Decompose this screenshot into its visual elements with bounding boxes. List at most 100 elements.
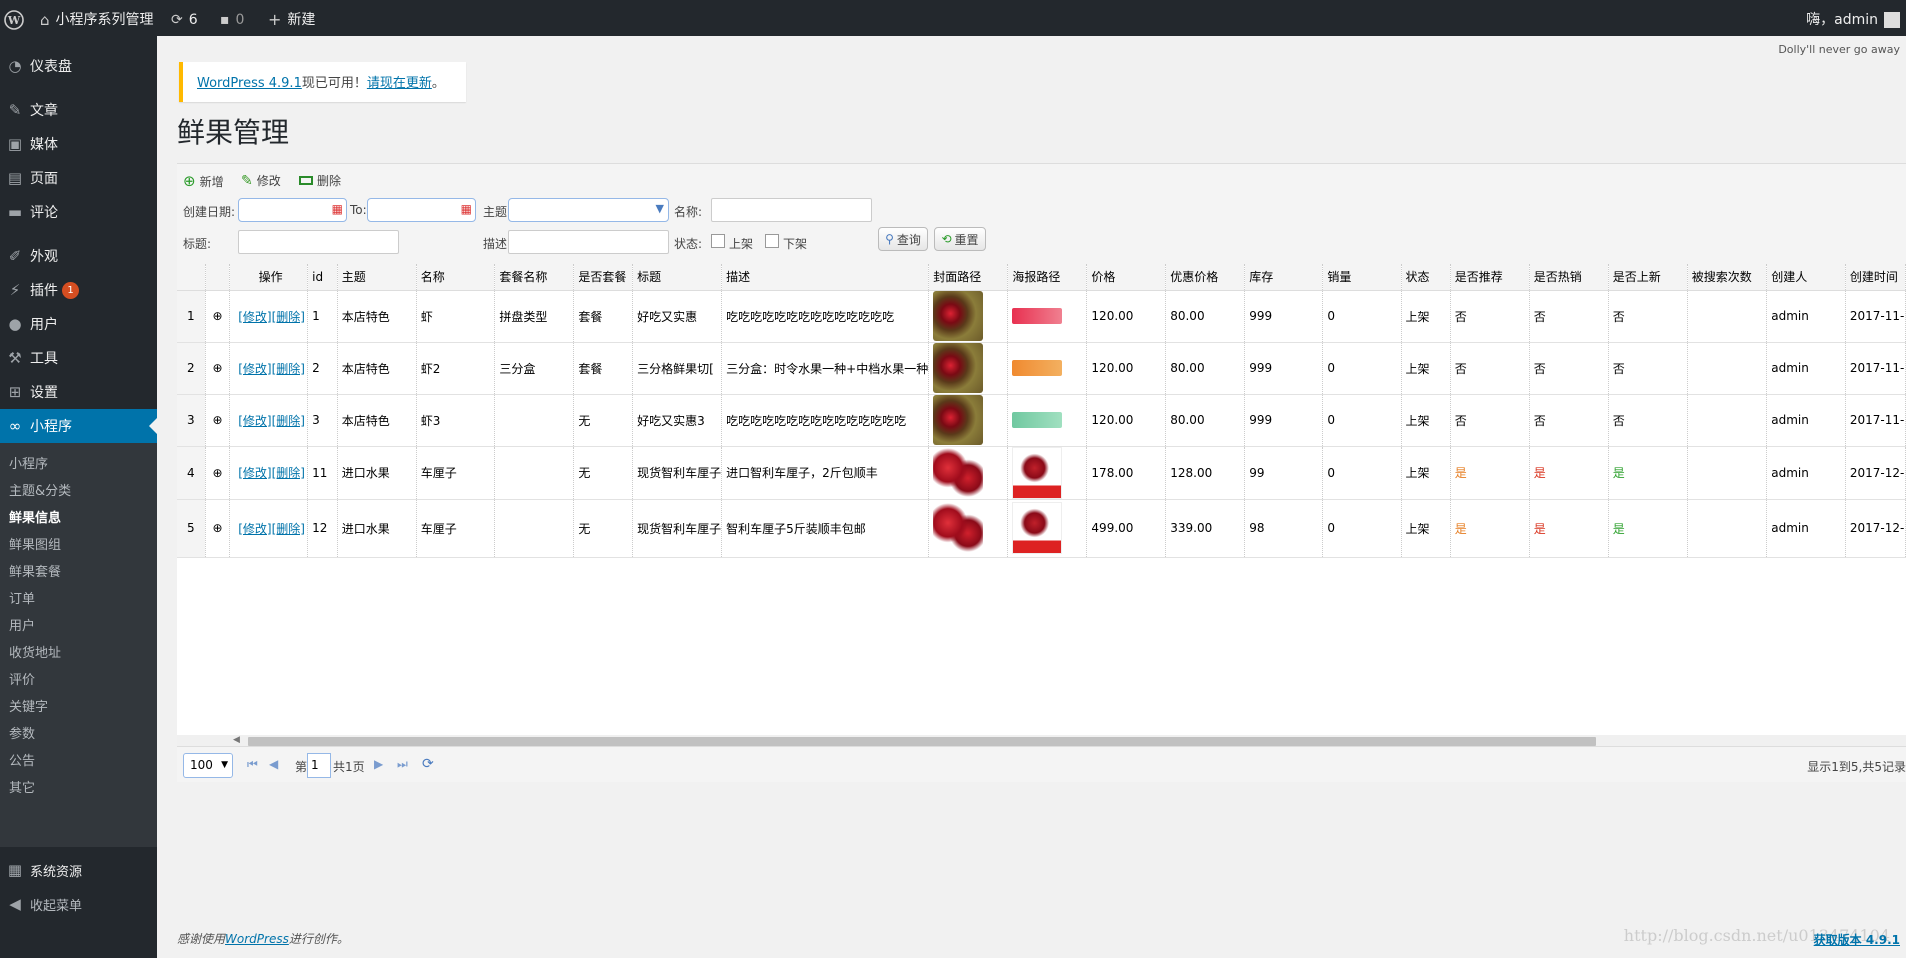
expand-icon[interactable]: ⊕ [212, 466, 222, 480]
submenu-item[interactable]: 用户 [9, 615, 35, 634]
menu-system-resources[interactable]: ▦ 系统资源 [0, 853, 157, 887]
on-shelf-checkbox[interactable] [711, 234, 725, 248]
expand-icon[interactable]: ⊕ [212, 521, 222, 535]
edit-button[interactable]: ✎ 修改 [241, 172, 281, 189]
menu-posts[interactable]: ✎ 文章 [0, 93, 157, 127]
submenu-item[interactable]: 关键字 [9, 696, 48, 715]
menu-settings[interactable]: ⊞ 设置 [0, 375, 157, 409]
table-row[interactable]: 1 ⊕ [修改][删除] 1 本店特色虾拼盘类型 套餐 好吃又实惠 吃吃吃吃吃吃吃吃吃吃吃吃吃… [177, 290, 1906, 343]
column-header[interactable]: 是否推荐 [1450, 264, 1530, 291]
search-button[interactable]: ⚲ 查询 [878, 227, 928, 251]
cell-searches [1687, 394, 1768, 447]
title-input[interactable] [238, 230, 399, 254]
submenu-item[interactable]: 公告 [9, 750, 35, 769]
menu-comments[interactable]: ▬ 评论 [0, 195, 157, 229]
column-header[interactable]: 操作 [229, 264, 309, 291]
edit-row-link[interactable]: [修改] [238, 414, 271, 428]
submenu-item-current[interactable]: 鲜果信息 [9, 507, 61, 526]
wordpress-version-link[interactable]: WordPress 4.9.1 [197, 76, 302, 91]
column-header[interactable]: 主题 [337, 264, 417, 291]
submenu-item[interactable]: 主题&分类 [9, 480, 71, 499]
submenu-item[interactable]: 评价 [9, 669, 35, 688]
delete-row-link[interactable]: [删除] [272, 414, 305, 428]
column-header[interactable]: 销量 [1322, 264, 1402, 291]
edit-row-link[interactable]: [修改] [238, 310, 271, 324]
menu-appearance[interactable]: ✐ 外观 [0, 239, 157, 273]
column-header[interactable]: 被搜索次数 [1687, 264, 1768, 291]
column-header[interactable]: 名称 [416, 264, 496, 291]
column-header[interactable]: 价格 [1086, 264, 1167, 291]
column-header[interactable]: 封面路径 [928, 264, 1009, 291]
name-input[interactable] [711, 198, 872, 222]
new-content-link[interactable]: + 新建 [268, 4, 315, 36]
submenu-item[interactable]: 鲜果套餐 [9, 561, 61, 580]
column-header[interactable]: 状态 [1401, 264, 1451, 291]
edit-row-link[interactable]: [修改] [238, 466, 271, 480]
created-date-to-input[interactable]: ▦ [367, 198, 476, 222]
column-header[interactable]: 优惠价格 [1165, 264, 1246, 291]
off-shelf-checkbox[interactable] [765, 234, 779, 248]
prev-page-icon[interactable]: ◀ [269, 757, 278, 771]
site-name-link[interactable]: ⌂ 小程序系列管理 [40, 4, 154, 36]
column-header[interactable]: 是否上新 [1608, 264, 1688, 291]
submenu-item[interactable]: 订单 [9, 588, 35, 607]
table-row[interactable]: 3 ⊕ [修改][删除] 3 本店特色 虾3 无好吃又实惠3 吃吃吃吃吃吃吃吃吃吃吃吃吃吃吃 1… [177, 394, 1906, 447]
table-row[interactable]: 2 ⊕ [修改][删除] 2 本店特色 虾2 三分盒 套餐 三分格鲜果切[三分盒：时令水果一种+… [177, 342, 1906, 395]
delete-row-link[interactable]: [删除] [272, 310, 305, 324]
column-header[interactable]: 套餐名称 [494, 264, 575, 291]
submenu-item[interactable]: 小程序 [9, 453, 48, 472]
expand-icon[interactable]: ⊕ [212, 413, 222, 427]
submenu-item[interactable]: 参数 [9, 723, 35, 742]
page-number-input[interactable]: 1 [307, 753, 331, 778]
reset-button[interactable]: ⟲ 重置 [934, 227, 986, 251]
get-version-link[interactable]: 获取版本 4.9.1 [1814, 931, 1900, 948]
scroll-left-icon[interactable]: ◀ [233, 735, 240, 745]
updates-link[interactable]: ⟳ 6 [171, 4, 198, 36]
page-size-select[interactable]: 100 ▼ [183, 753, 233, 778]
delete-row-link[interactable]: [删除] [272, 362, 305, 376]
menu-users[interactable]: ● 用户 [0, 307, 157, 341]
submenu-item[interactable]: 其它 [9, 777, 35, 796]
menu-dashboard[interactable]: ◔ 仪表盘 [0, 49, 157, 83]
edit-row-link[interactable]: [修改] [238, 362, 271, 376]
next-page-icon[interactable]: ▶ [374, 757, 383, 771]
column-header[interactable]: 描述 [721, 264, 930, 291]
menu-tools[interactable]: ⚒ 工具 [0, 341, 157, 375]
wordpress-link[interactable]: WordPress [225, 932, 289, 946]
expand-icon[interactable]: ⊕ [212, 361, 222, 375]
wordpress-logo-icon[interactable]: W [4, 4, 24, 36]
column-header[interactable]: 是否套餐 [573, 264, 634, 291]
theme-select[interactable]: ▼ [508, 198, 669, 222]
comments-link[interactable]: ▪ 0 [220, 4, 244, 36]
created-date-from-input[interactable]: ▦ [238, 198, 347, 222]
column-header[interactable]: 创建时间 [1845, 264, 1906, 291]
scrollbar-thumb[interactable] [248, 737, 1596, 746]
update-now-link[interactable]: 请现在更新 [367, 76, 432, 91]
table-row[interactable]: 4 ⊕ [修改][删除] 11 进口水果 车厘子 无现货智利车厘子 进口智利车厘子，2斤包顺丰… [177, 446, 1906, 500]
column-header[interactable]: 创建人 [1766, 264, 1846, 291]
first-page-icon[interactable]: ⏮ [247, 757, 258, 772]
add-button[interactable]: ⊕ 新增 [183, 172, 224, 190]
menu-pages[interactable]: ▤ 页面 [0, 161, 157, 195]
column-header[interactable]: 标题 [632, 264, 723, 291]
column-header[interactable]: id [307, 264, 338, 291]
reload-icon[interactable]: ⟳ [422, 756, 434, 772]
column-header[interactable]: 海报路径 [1007, 264, 1088, 291]
edit-row-link[interactable]: [修改] [238, 522, 271, 536]
menu-plugins[interactable]: ⚡ 插件 1 [0, 273, 157, 307]
collapse-menu-button[interactable]: ◀ 收起菜单 [0, 887, 157, 921]
delete-button[interactable]: 删除 [299, 172, 341, 189]
menu-miniprogram[interactable]: ∞ 小程序 [0, 409, 157, 443]
last-page-icon[interactable]: ⏭ [397, 757, 408, 772]
table-row[interactable]: 5 ⊕ [修改][删除] 12 进口水果 车厘子 无现货智利车厘子 智利车厘子5斤装顺丰包邮 4… [177, 499, 1906, 558]
submenu-item[interactable]: 收货地址 [9, 642, 61, 661]
column-header[interactable]: 库存 [1244, 264, 1324, 291]
delete-row-link[interactable]: [删除] [272, 466, 305, 480]
submenu-item[interactable]: 鲜果图组 [9, 534, 61, 553]
desc-input[interactable] [508, 230, 669, 254]
menu-media[interactable]: ▣ 媒体 [0, 127, 157, 161]
delete-row-link[interactable]: [删除] [272, 522, 305, 536]
column-header[interactable]: 是否热销 [1529, 264, 1609, 291]
account-menu[interactable]: 嗨，admin [1806, 4, 1900, 36]
expand-icon[interactable]: ⊕ [212, 309, 222, 323]
